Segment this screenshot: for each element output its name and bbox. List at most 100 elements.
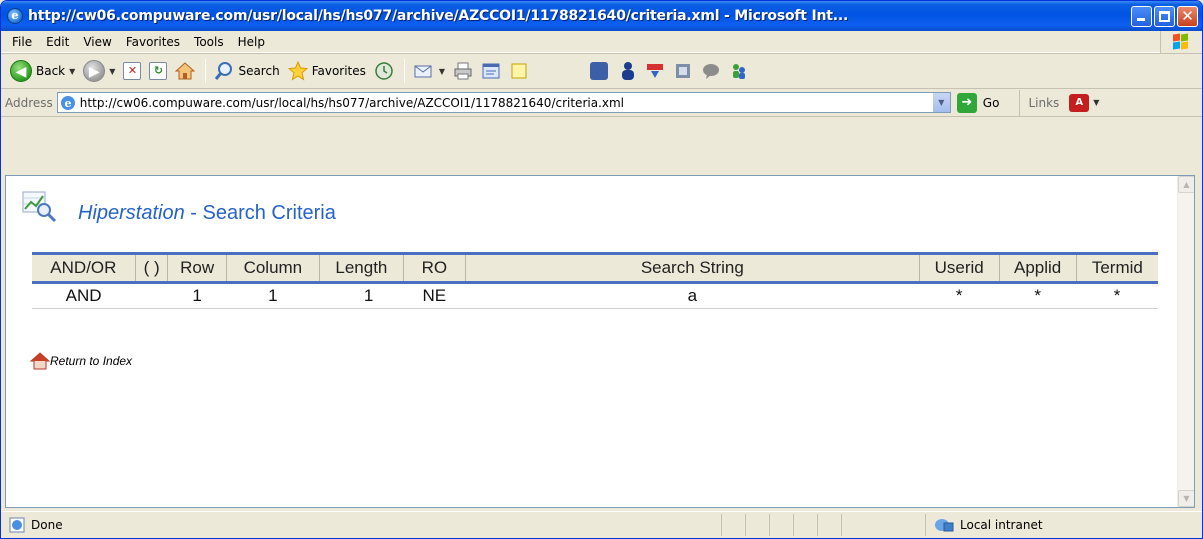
status-panel — [745, 514, 769, 536]
page-title-rest: - Search Criteria — [184, 202, 336, 224]
windows-logo — [1160, 31, 1202, 53]
messenger-button[interactable] — [616, 57, 640, 85]
menu-favorites[interactable]: Favorites — [119, 35, 187, 49]
forward-arrow-icon: ▶ — [83, 60, 106, 82]
table-cell: * — [1034, 286, 1041, 305]
go-button[interactable]: ➜ Go — [956, 92, 1000, 113]
table-cell: a — [687, 286, 698, 305]
addon-button-1[interactable] — [642, 57, 668, 85]
links-toolbar[interactable]: Links A ▼ — [1019, 89, 1099, 116]
back-label: Back — [36, 64, 66, 78]
scroll-down-icon[interactable]: ▼ — [1178, 490, 1194, 507]
col-header: Column — [225, 253, 320, 283]
home-button[interactable] — [172, 57, 198, 85]
table-cell: * — [1113, 286, 1121, 305]
chart-magnifier-icon — [22, 191, 57, 222]
mail-icon — [414, 65, 432, 78]
status-panel — [769, 514, 793, 536]
mail-button[interactable]: ▼ — [410, 57, 448, 85]
menu-view[interactable]: View — [76, 35, 118, 49]
maximize-icon — [1159, 10, 1170, 22]
table-cell: 1 — [192, 286, 202, 305]
return-to-index-link[interactable]: Return to Index — [30, 352, 132, 370]
print-button[interactable] — [450, 57, 476, 85]
col-header: Userid — [918, 253, 1000, 283]
maximize-button[interactable] — [1154, 5, 1175, 27]
links-label: Links — [1028, 95, 1060, 110]
note-icon — [511, 63, 527, 79]
addon-button-3[interactable] — [698, 57, 724, 85]
table-header-row: AND/OR ( ) Row Column Length RO Search S… — [32, 253, 1158, 283]
col-header: Row — [167, 253, 227, 283]
browser-window: e http://cw06.compuware.com/usr/local/hs… — [0, 0, 1203, 539]
search-button[interactable]: Search — [211, 57, 282, 85]
menu-help[interactable]: Help — [231, 35, 272, 49]
col-header: Search String — [464, 253, 920, 283]
menu-file[interactable]: File — [5, 35, 39, 49]
addon-button-4[interactable] — [726, 57, 752, 85]
back-arrow-icon: ◀ — [10, 60, 32, 82]
go-label: Go — [982, 95, 1000, 110]
col-header: AND/OR — [32, 253, 136, 283]
svg-text:e: e — [64, 97, 71, 110]
search-criteria-table: AND/OR ( ) Row Column Length RO Search S… — [32, 252, 1158, 309]
col-header: Applid — [998, 253, 1077, 283]
col-header: RO — [402, 253, 466, 283]
return-link-label: Return to Index — [50, 354, 133, 368]
status-panel — [793, 514, 817, 536]
stop-button[interactable]: ✕ — [120, 57, 144, 85]
page-header: Hiperstation - Search Criteria — [22, 188, 336, 225]
menu-edit[interactable]: Edit — [39, 35, 76, 49]
ie-logo-icon: e — [7, 8, 23, 24]
acrobat-icon[interactable]: A — [1069, 93, 1090, 112]
edit-button[interactable] — [478, 57, 504, 85]
table-cell — [135, 283, 168, 309]
back-button[interactable]: ◀ Back ▼ — [7, 57, 78, 85]
refresh-icon: ↻ — [149, 62, 168, 80]
go-arrow-icon: ➜ — [956, 92, 977, 113]
address-bar: Address e ▼ ➜ Go Links A ▼ — [1, 89, 1202, 117]
acrobat-dropdown-icon[interactable]: ▼ — [1093, 98, 1099, 107]
col-header: Length — [318, 253, 404, 283]
minimize-icon — [1137, 17, 1145, 21]
security-zone[interactable]: Local intranet — [925, 514, 1115, 536]
home-icon — [30, 352, 50, 370]
ie-page-icon — [9, 517, 25, 533]
scroll-up-icon[interactable]: ▲ — [1178, 176, 1194, 193]
vertical-scrollbar[interactable]: ▲ ▼ — [1177, 176, 1194, 507]
table-cell: NE — [422, 286, 447, 305]
messenger-icon — [622, 62, 635, 80]
close-button[interactable]: ✕ — [1177, 5, 1198, 27]
discuss-button[interactable] — [506, 57, 532, 85]
table-row: AND 1 1 1 NE a * * * — [32, 283, 1158, 309]
minimize-button[interactable] — [1131, 5, 1152, 27]
download-icon — [647, 64, 664, 78]
forward-button[interactable]: ▶ ▼ — [80, 57, 118, 85]
search-icon — [215, 62, 233, 80]
address-field[interactable]: e ▼ — [56, 92, 951, 113]
security-zone-label: Local intranet — [960, 518, 1043, 532]
address-input[interactable] — [79, 95, 930, 110]
refresh-button[interactable]: ↻ — [146, 57, 170, 85]
favorites-button[interactable]: Favorites — [285, 57, 369, 85]
addon-button-2[interactable] — [670, 57, 696, 85]
window-title: http://cw06.compuware.com/usr/local/hs/h… — [28, 8, 849, 24]
mail-dropdown-icon[interactable]: ▼ — [439, 67, 445, 76]
history-button[interactable] — [371, 57, 397, 85]
page-title-product: Hiperstation — [78, 202, 185, 224]
status-bar: Done Local intranet — [1, 511, 1202, 538]
ie-page-icon: e — [60, 95, 75, 110]
page-content: Hiperstation - Search Criteria AND/OR ( … — [5, 175, 1195, 508]
table-cell: * — [955, 286, 963, 305]
col-header: Termid — [1075, 253, 1158, 283]
address-label: Address — [5, 95, 53, 110]
status-text-panel: Done — [1, 514, 721, 536]
address-dropdown-icon[interactable]: ▼ — [931, 93, 950, 112]
star-icon — [287, 61, 308, 81]
menu-tools[interactable]: Tools — [187, 35, 231, 49]
menu-bar: File Edit View Favorites Tools Help — [1, 31, 1202, 53]
research-button[interactable] — [584, 57, 614, 85]
forward-dropdown-icon[interactable]: ▼ — [109, 67, 115, 76]
back-dropdown-icon[interactable]: ▼ — [69, 67, 75, 76]
document: Hiperstation - Search Criteria AND/OR ( … — [6, 176, 1178, 507]
